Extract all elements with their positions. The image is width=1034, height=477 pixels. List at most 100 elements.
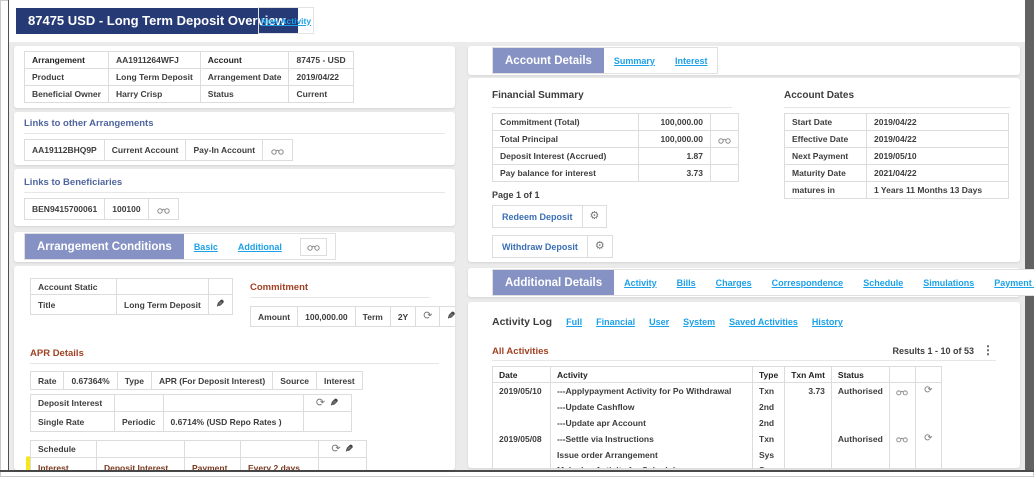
refresh-icon[interactable]: ⟳ <box>423 310 432 322</box>
commitment-title: Commitment <box>250 282 455 293</box>
apr-details-section: APR Details Rate 0.67364% Type APR (For … <box>30 348 439 390</box>
refresh-icon[interactable]: ⟳ <box>316 397 325 409</box>
tab-payment-orders[interactable]: Payment Orders <box>994 278 1034 288</box>
tab-summary[interactable]: Summary <box>614 56 655 66</box>
additional-details-header-card: Additional Details Activity Bills Charge… <box>468 268 1020 297</box>
tab-charges[interactable]: Charges <box>716 278 752 288</box>
fin-label: Total Principal <box>493 131 639 148</box>
see-icon[interactable] <box>157 206 170 214</box>
date-label: Start Date <box>785 114 867 131</box>
activity-desc: Issue order Arrangement <box>551 447 753 463</box>
links-arrangements-card: Links to other Arrangements AA19112BHQ9P… <box>14 112 455 165</box>
edit-account-static-button[interactable]: ✎ <box>209 295 233 315</box>
new-activity-link[interactable]: New Activity <box>261 16 311 26</box>
fin-value: 100,000.00 <box>639 114 711 131</box>
activity-date: 2019/05/10 <box>493 383 551 399</box>
schedule-deposit-interest: Deposit Interest <box>97 458 185 471</box>
fin-label: Commitment (Total) <box>493 114 639 131</box>
tab-schedule[interactable]: Schedule <box>863 278 903 288</box>
activity-row: ---Update Cashflow 2nd <box>493 399 942 415</box>
tab-additional[interactable]: Additional <box>238 242 282 252</box>
tab-user[interactable]: User <box>649 317 669 327</box>
pay-in-account-link[interactable]: Pay-In Account <box>186 140 263 161</box>
tab-saved-activities[interactable]: Saved Activities <box>729 317 798 327</box>
activity-status <box>831 399 889 415</box>
view-arrangement-button[interactable] <box>263 140 293 161</box>
empty-cell <box>711 165 739 182</box>
refresh-icon[interactable]: ⟳ <box>331 443 340 455</box>
refresh-commitment-button[interactable]: ⟳ <box>416 307 440 327</box>
pencil-icon[interactable]: ✎ <box>447 311 455 322</box>
activity-amt <box>785 399 832 415</box>
activity-row: 2019/05/10 ---Applypayment Activity for … <box>493 383 942 399</box>
redeem-deposit-label[interactable]: Redeem Deposit <box>493 206 582 227</box>
account-dates-table: Start Date 2019/04/22 Effective Date 201… <box>784 113 1009 199</box>
schedule-section: Schedule ⟳ ✎ Interest Deposit Interest P… <box>30 440 367 470</box>
account-id-link[interactable]: 87475 - USD <box>289 52 353 69</box>
see-icon[interactable] <box>896 388 908 396</box>
activity-status: Authorised <box>831 431 889 447</box>
activity-status <box>831 463 889 469</box>
type-value: APR (For Deposit Interest) <box>151 372 272 390</box>
reverse-activity-button[interactable]: ⟳ <box>915 431 941 447</box>
date-value: 2019/04/22 <box>867 131 1009 148</box>
divider <box>24 192 445 193</box>
divider <box>784 107 1010 108</box>
kebab-menu-icon[interactable]: ⋮ <box>982 343 994 357</box>
activity-amt: 3.73 <box>785 383 832 399</box>
activity-desc: Makedue Activity for Schedule <box>551 463 753 469</box>
see-icon[interactable] <box>271 147 284 155</box>
tab-full[interactable]: Full <box>566 317 582 327</box>
pencil-icon[interactable]: ✎ <box>345 444 353 455</box>
see-conditions-button[interactable] <box>300 238 327 256</box>
view-activity-button[interactable] <box>889 431 915 447</box>
withdraw-gear[interactable]: ⚙ <box>587 236 612 257</box>
schedule-frequency: Every 2 days <box>241 458 319 471</box>
tab-bills[interactable]: Bills <box>677 278 696 288</box>
view-principal-button[interactable] <box>711 131 739 148</box>
divider <box>30 363 439 364</box>
see-icon[interactable] <box>718 136 731 144</box>
deposit-interest-header: Deposit Interest <box>31 395 115 412</box>
gear-icon[interactable]: ⚙ <box>590 211 600 222</box>
pencil-icon[interactable]: ✎ <box>216 299 224 310</box>
empty-cell <box>711 148 739 165</box>
redeem-gear[interactable]: ⚙ <box>582 206 607 227</box>
see-icon[interactable] <box>896 435 908 443</box>
activity-row: Makedue Activity for Schedule Sys <box>493 463 942 469</box>
withdraw-deposit-button[interactable]: Withdraw Deposit ⚙ <box>492 235 613 258</box>
account-details-header-card: Account Details Summary Interest <box>468 46 1020 75</box>
schedule-table: Schedule ⟳ ✎ Interest Deposit Interest P… <box>30 440 367 470</box>
activity-status <box>831 447 889 463</box>
activity-date <box>493 447 551 463</box>
tab-financial[interactable]: Financial <box>596 317 635 327</box>
refresh-icon[interactable]: ⟳ <box>924 385 932 396</box>
tab-activity[interactable]: Activity <box>624 278 657 288</box>
tab-basic[interactable]: Basic <box>194 242 218 252</box>
tab-simulations[interactable]: Simulations <box>923 278 974 288</box>
apr-details-title: APR Details <box>30 348 439 359</box>
beneficial-owner-label: Beneficial Owner <box>25 86 109 103</box>
redeem-deposit-button[interactable]: Redeem Deposit ⚙ <box>492 205 607 228</box>
edit-commitment-button[interactable]: ✎ <box>440 307 455 327</box>
gear-icon[interactable]: ⚙ <box>595 241 605 252</box>
empty-cell <box>711 114 739 131</box>
tab-system[interactable]: System <box>683 317 715 327</box>
tab-interest[interactable]: Interest <box>675 56 708 66</box>
arrangement-id-link[interactable]: AA1911264WFJ <box>108 52 200 69</box>
view-beneficiary-button[interactable] <box>148 199 178 220</box>
tab-history[interactable]: History <box>812 317 843 327</box>
refresh-icon[interactable]: ⟳ <box>924 433 932 444</box>
withdraw-deposit-label[interactable]: Withdraw Deposit <box>493 236 587 257</box>
pencil-icon[interactable]: ✎ <box>330 398 338 409</box>
tab-correspondence[interactable]: Correspondence <box>772 278 844 288</box>
account-details-header: Account Details Summary Interest <box>492 47 718 74</box>
view-activity-button[interactable] <box>889 383 915 399</box>
reverse-activity-button[interactable]: ⟳ <box>915 383 941 399</box>
see-icon[interactable] <box>307 243 320 251</box>
activity-amt <box>785 447 832 463</box>
date-label: Maturity Date <box>785 165 867 182</box>
empty-cell <box>889 415 915 431</box>
account-label: Account <box>200 52 289 69</box>
source-label: Source <box>273 372 317 390</box>
